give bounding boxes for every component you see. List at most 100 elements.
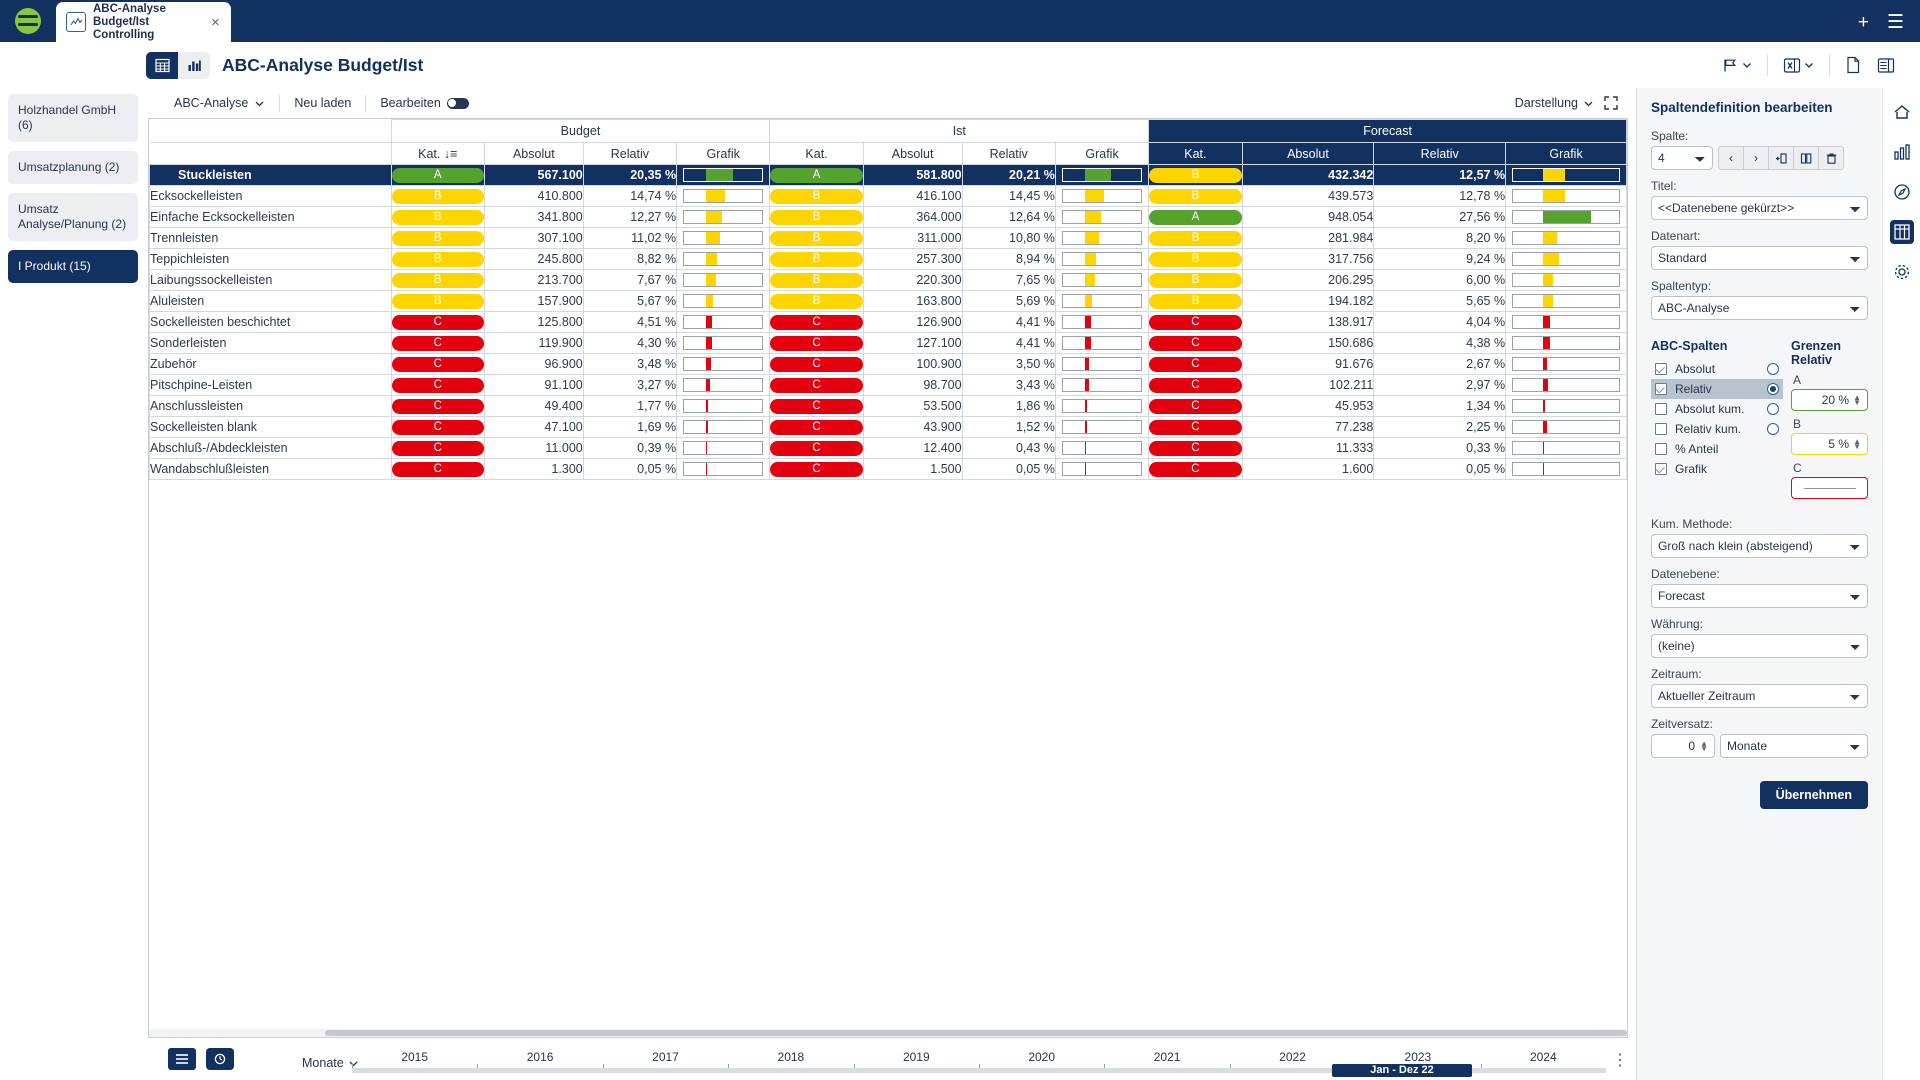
apply-button[interactable]: Übernehmen [1759,781,1868,809]
column-header-forecast-kat[interactable]: Kat. [1148,142,1243,165]
toggle-switch[interactable] [446,97,469,109]
close-icon[interactable]: × [208,13,223,32]
abc-column-option[interactable]: Absolut kum. [1651,399,1783,419]
darstellung-dropdown[interactable]: Darstellung [1515,96,1594,110]
column-settings-icon[interactable] [1889,220,1914,244]
abc-radio[interactable] [1767,423,1779,435]
table-row[interactable]: Laibungssockelleisten B 213.700 7,67 % B 220.… [149,269,1627,291]
expand-icon[interactable] [1604,96,1618,110]
bar-chart-icon[interactable] [1890,140,1914,164]
category-badge: B [770,293,863,309]
abc-column-option[interactable]: Relativ kum. [1651,419,1783,439]
table-row[interactable]: Trennleisten B 307.100 11,02 % B 311.000 10,80… [149,227,1627,249]
stepper-arrows-icon[interactable]: ▲ ▼ [1853,438,1861,451]
trash-icon[interactable] [1818,146,1844,170]
abc-radio[interactable] [1767,383,1779,395]
abc-column-option[interactable]: % Anteil [1651,439,1783,459]
analysis-type-dropdown[interactable]: ABC-Analyse [160,96,279,110]
table-row[interactable]: Einfache Ecksockelleisten B 341.800 12,27 %… [149,206,1627,228]
datenart-select[interactable]: Standard [1651,246,1868,270]
stepper-arrows-icon[interactable]: ▲ ▼ [1700,740,1708,753]
table-row[interactable]: Abschluß-/Abdeckleisten C 11.000 0,39 % C 12.… [149,437,1627,459]
table-row[interactable]: Stuckleisten A 567.100 20,35 % A 581.800 20,21… [149,164,1627,186]
abc-checkbox[interactable] [1655,463,1667,475]
gear-icon[interactable] [1890,260,1914,284]
table-row[interactable]: Sonderleisten C 119.900 4,30 % C 127.100 4,41 … [149,332,1627,354]
browser-tab-abc-analyse[interactable]: ABC-Analyse Budget/Ist Controlling × [56,2,231,42]
abc-column-option[interactable]: Grafik [1651,459,1783,479]
abc-column-option[interactable]: Absolut [1651,359,1783,379]
kum-methode-select[interactable]: Groß nach klein (absteigend) [1651,534,1868,558]
column-header-ist-kat[interactable]: Kat. [769,142,864,165]
spaltentyp-select[interactable]: ABC-Analyse [1651,296,1868,320]
horizontal-scrollbar[interactable] [149,1029,1627,1037]
spalte-select[interactable]: 4 [1651,146,1713,170]
insert-column-icon[interactable] [1768,146,1794,170]
edit-toggle[interactable]: Bearbeiten [366,96,482,110]
column-header-forecast-relativ[interactable]: Relativ [1373,142,1507,165]
zeitversatz-stepper[interactable]: 0 ▲ ▼ [1651,734,1715,758]
table-row[interactable]: Sockelleisten beschichtet C 125.800 4,51 % C… [149,311,1627,333]
zeitraum-select[interactable]: Aktueller Zeitraum [1651,684,1868,708]
divider [1829,54,1830,76]
datenebene-select[interactable]: Forecast [1651,584,1868,608]
list-view-icon[interactable] [168,1048,196,1070]
limit-input[interactable]: 20 % ▲ ▼ [1791,389,1868,411]
refresh-clock-icon[interactable] [206,1048,234,1070]
column-header-forecast-grafik[interactable]: Grafik [1505,142,1627,165]
limit-input[interactable] [1791,477,1868,499]
column-header-ist-grafik[interactable]: Grafik [1054,142,1150,165]
abc-radio[interactable] [1767,363,1779,375]
abc-checkbox[interactable] [1655,443,1667,455]
titel-select[interactable]: <<Datenebene gekürzt>> [1651,196,1868,220]
sidebar-item-holzhandel[interactable]: Holzhandel GmbH (6) [8,94,138,142]
table-row[interactable]: Wandabschlußleisten C 1.300 0,05 % C 1.500 0,0… [149,458,1627,480]
reload-button[interactable]: Neu laden [280,96,365,110]
sidebar-item-umsatzplanung[interactable]: Umsatzplanung (2) [8,151,138,184]
compass-icon[interactable] [1890,180,1914,204]
table-view-icon[interactable] [146,51,178,79]
new-tab-button[interactable]: + [1858,13,1869,32]
prev-column-button[interactable]: ‹ [1718,146,1744,170]
duplicate-column-icon[interactable] [1793,146,1819,170]
column-header-budget-kat[interactable]: Kat. ↓≡ [390,142,485,165]
layout-panel-icon[interactable] [1870,53,1902,78]
abc-checkbox[interactable] [1655,363,1667,375]
abc-radio[interactable] [1767,403,1779,415]
excel-export-icon[interactable] [1776,53,1821,78]
hamburger-menu-icon[interactable]: ☰ [1887,13,1904,32]
abc-checkbox[interactable] [1655,423,1667,435]
home-dashboard-icon[interactable] [1890,100,1914,124]
table-row[interactable]: Sockelleisten blank C 47.100 1,69 % C 43.900 1… [149,416,1627,438]
column-header-budget-relativ[interactable]: Relativ [582,142,678,165]
abc-column-option[interactable]: Relativ [1651,379,1783,399]
table-row[interactable]: Zubehör C 96.900 3,48 % C 100.900 3,50 % C 91.67… [149,353,1627,375]
waehrung-select[interactable]: (keine) [1651,634,1868,658]
abc-checkbox[interactable] [1655,383,1667,395]
column-header-budget-grafik[interactable]: Grafik [676,142,771,165]
abc-checkbox[interactable] [1655,403,1667,415]
next-column-button[interactable]: › [1743,146,1769,170]
cell-ist-kat: B [769,206,864,228]
stepper-arrows-icon[interactable]: ▲ ▼ [1853,394,1861,407]
mini-bar-chart [683,336,764,350]
zeitversatz-unit-select[interactable]: Monate [1720,734,1868,758]
column-header-ist-absolut[interactable]: Absolut [862,142,963,165]
table-row[interactable]: Teppichleisten B 245.800 8,82 % B 257.300 8,94… [149,248,1627,270]
sidebar-item-produkt[interactable]: I Produkt (15) [8,250,138,283]
column-header-ist-relativ[interactable]: Relativ [961,142,1056,165]
table-row[interactable]: Ecksockelleisten B 410.800 14,74 % B 416.100 1… [149,185,1627,207]
limit-input[interactable]: 5 % ▲ ▼ [1791,433,1868,455]
table-row[interactable]: Pitschpine-Leisten C 91.100 3,27 % C 98.700 3,… [149,374,1627,396]
flag-icon[interactable] [1715,53,1759,78]
document-icon[interactable] [1838,52,1868,78]
granularity-dropdown[interactable]: Monate [302,1056,359,1070]
timeline-more-icon[interactable]: ⋮ [1612,1050,1628,1070]
timeline-selection[interactable]: Jan - Dez 22 [1332,1064,1472,1077]
column-header-forecast-absolut[interactable]: Absolut [1241,142,1375,165]
bar-chart-view-icon[interactable] [178,52,210,79]
column-header-budget-absolut[interactable]: Absolut [483,142,584,165]
table-row[interactable]: Anschlussleisten C 49.400 1,77 % C 53.500 1,86… [149,395,1627,417]
sidebar-item-umsatz-analyse-planung[interactable]: Umsatz Analyse/Planung (2) [8,193,138,241]
table-row[interactable]: Aluleisten B 157.900 5,67 % B 163.800 5,69 % B 1… [149,290,1627,312]
